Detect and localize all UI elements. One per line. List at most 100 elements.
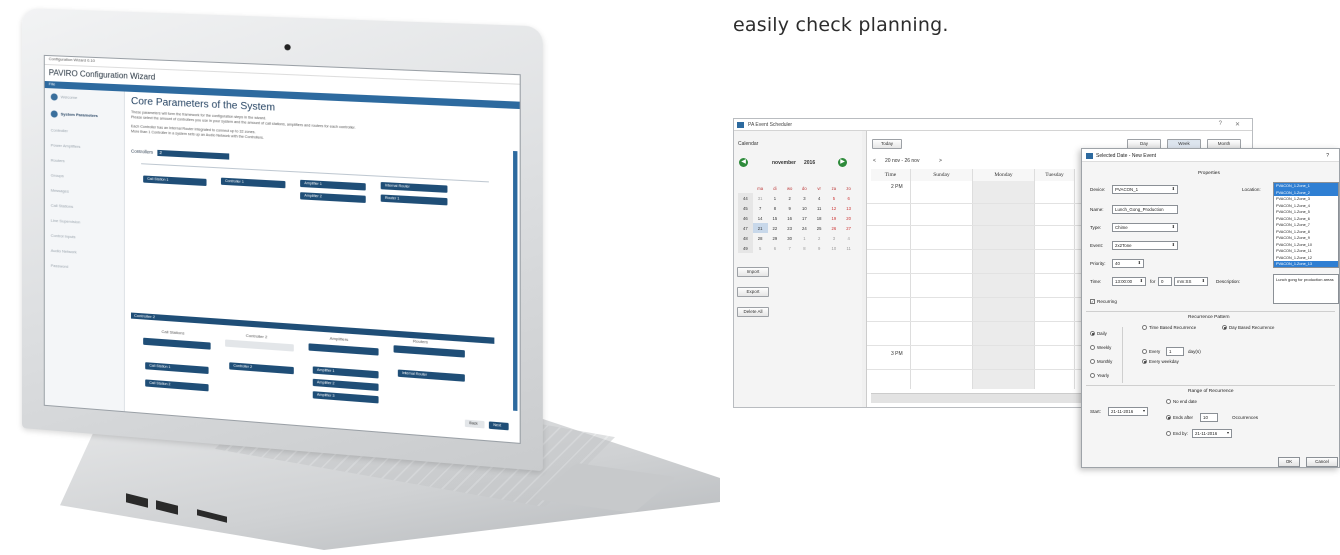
configuration-wizard-window: Configuration Wizard 0.10 PAVIRO Configu… xyxy=(44,55,521,444)
device-select[interactable]: PVACON_1 ⬍ xyxy=(1112,185,1178,194)
recurrence-header: Recurrence Pattern xyxy=(1188,315,1230,320)
internal-router-button[interactable]: Internal Router xyxy=(398,369,465,381)
time-based-radio[interactable]: Time Based Recurrence xyxy=(1142,325,1196,330)
prev-month-icon[interactable]: ◀ xyxy=(739,158,748,167)
daily-radio[interactable]: Daily xyxy=(1090,331,1107,336)
prev-week-icon[interactable]: < xyxy=(873,158,876,164)
call-station-1-button[interactable]: Call Station 1 xyxy=(145,362,208,374)
controller-1-button[interactable]: Controller 1 xyxy=(221,178,285,189)
call-station-2-button[interactable]: Call Station 2 xyxy=(145,379,208,391)
duration-unit-select[interactable]: mm:SS ⬍ xyxy=(1174,277,1208,286)
app-icon xyxy=(737,122,744,128)
every-n-days-radio[interactable]: Every xyxy=(1142,349,1160,354)
every-n-field[interactable]: 1 xyxy=(1166,347,1184,356)
year-label[interactable]: 2016 xyxy=(804,160,815,166)
laptop-lid: Configuration Wizard 0.10 PAVIRO Configu… xyxy=(22,8,543,471)
ok-button[interactable]: OK xyxy=(1278,457,1300,467)
weekly-radio[interactable]: Weekly xyxy=(1090,345,1111,350)
scrollbar[interactable] xyxy=(513,151,517,411)
no-end-date-radio[interactable]: No end date xyxy=(1166,399,1197,404)
spin-icon: ⬍ xyxy=(1138,260,1141,265)
description-textarea[interactable]: Lunch gong for production areas xyxy=(1273,274,1339,304)
calendar-week-row: 44 31 1 2 3 4 5 6 xyxy=(738,193,856,203)
priority-spinbox[interactable]: 40 ⬍ xyxy=(1112,259,1144,268)
router-1-button[interactable]: Router 1 xyxy=(381,194,448,205)
amplifier-2-button[interactable]: Amplifier 2 xyxy=(313,379,379,391)
end-by-date-picker[interactable]: 21-11-2016 ▾ xyxy=(1192,429,1232,438)
time-label: Time: xyxy=(1090,279,1101,284)
help-icon[interactable]: ? xyxy=(1326,153,1329,159)
day-column-tuesday[interactable] xyxy=(1035,181,1075,389)
amplifiers-spinbox[interactable] xyxy=(309,343,379,355)
new-event-dialog: Selected Date - New Event ? Properties D… xyxy=(1081,148,1340,468)
amplifier-3-button[interactable]: Amplifier 3 xyxy=(313,391,379,403)
next-button[interactable]: Next xyxy=(489,421,509,430)
event-select[interactable]: 2x2Tone ⬍ xyxy=(1112,241,1178,250)
controller-2-field xyxy=(225,339,294,351)
month-label[interactable]: november xyxy=(772,160,796,166)
calendar-label: Calendar xyxy=(738,141,758,147)
recurring-checkbox[interactable]: ✓ Recurring xyxy=(1090,299,1117,304)
caption-text: easily check planning. xyxy=(733,14,949,36)
for-label: for xyxy=(1150,279,1155,284)
day-based-radio[interactable]: Day Based Recurrence xyxy=(1222,325,1274,330)
internal-router-button[interactable]: Internal Router xyxy=(381,182,448,193)
controllers-spinbox[interactable]: 2 xyxy=(157,150,229,160)
type-label: Type: xyxy=(1090,225,1101,230)
export-button[interactable]: Export xyxy=(737,287,769,297)
yearly-radio[interactable]: Yearly xyxy=(1090,373,1109,378)
column-header-tuesday: Tuesday xyxy=(1035,169,1075,181)
name-field[interactable]: Lunch_Gong_Production xyxy=(1112,205,1178,214)
delete-all-button[interactable]: Delete All xyxy=(737,307,769,317)
start-date-picker[interactable]: 21-11-2016 ▾ xyxy=(1108,407,1148,416)
occurrences-label: Occurrences xyxy=(1232,415,1258,420)
help-icon[interactable]: ? xyxy=(1219,121,1222,127)
occurrences-field[interactable]: 10 xyxy=(1200,413,1218,422)
calendar-week-row: 49 5 6 7 8 9 10 11 xyxy=(738,243,856,253)
today-button[interactable]: Today xyxy=(872,139,902,149)
day-column-monday[interactable] xyxy=(973,181,1035,389)
col-routers: Routers xyxy=(413,338,428,344)
amplifier-1-button[interactable]: Amplifier 1 xyxy=(313,366,379,378)
laptop-illustration: Configuration Wizard 0.10 PAVIRO Configu… xyxy=(0,0,720,555)
duration-field[interactable]: 0 xyxy=(1158,277,1172,286)
monthly-radio[interactable]: Monthly xyxy=(1090,359,1112,364)
close-icon[interactable]: ✕ xyxy=(1235,121,1240,128)
next-month-icon[interactable]: ▶ xyxy=(838,158,847,167)
column-header-monday: Monday xyxy=(973,169,1035,181)
webcam xyxy=(284,44,290,50)
import-button[interactable]: Import xyxy=(737,267,769,277)
every-unit-label: day(s) xyxy=(1188,349,1201,354)
next-week-icon[interactable]: > xyxy=(939,158,942,164)
back-button[interactable]: Back xyxy=(465,420,485,429)
time-column xyxy=(871,181,911,389)
range-header: Range of Recurrence xyxy=(1188,389,1234,394)
properties-header: Properties xyxy=(1198,171,1220,176)
type-select[interactable]: Chime ⬍ xyxy=(1112,223,1178,232)
controller-2-button[interactable]: Controller 2 xyxy=(229,362,294,374)
call-station-1-button[interactable]: Call Station 1 xyxy=(143,175,206,186)
cancel-button[interactable]: Cancel xyxy=(1306,457,1338,467)
updown-icon: ⬍ xyxy=(1172,224,1175,229)
description-label: Description: xyxy=(1216,279,1240,284)
column-header-time: Time xyxy=(871,169,911,181)
updown-icon: ⬍ xyxy=(1172,186,1175,191)
amplifier-1-button[interactable]: Amplifier 1 xyxy=(300,180,366,191)
col-controller: Controller 2 xyxy=(246,333,268,340)
location-list[interactable]: PVACON_1.Zone_1 PVACON_1.Zone_2 PVACON_1… xyxy=(1273,182,1339,268)
every-weekday-radio[interactable]: Every weekday xyxy=(1142,359,1179,364)
day-column-sunday[interactable] xyxy=(911,181,973,389)
checkmark-icon: ✓ xyxy=(1090,299,1095,304)
calendar-week-row: 46 14 15 16 17 18 19 20 xyxy=(738,213,856,223)
list-item[interactable]: PVACON_1.Zone_13 xyxy=(1274,261,1338,268)
wizard-sidebar: Welcome System Parameters Controller Pow… xyxy=(45,88,125,411)
ends-after-radio[interactable]: Ends after xyxy=(1166,415,1193,420)
time-label-2pm: 2 PM xyxy=(891,184,903,190)
amplifier-2-button[interactable]: Amplifier 2 xyxy=(300,192,366,203)
routers-spinbox[interactable] xyxy=(394,345,465,357)
divider xyxy=(1086,311,1335,312)
call-stations-spinbox[interactable] xyxy=(143,338,210,350)
location-label: Location: xyxy=(1242,187,1261,192)
end-by-radio[interactable]: End by: xyxy=(1166,431,1188,436)
time-spinbox[interactable]: 13:00:00 ⬍ xyxy=(1112,277,1146,286)
